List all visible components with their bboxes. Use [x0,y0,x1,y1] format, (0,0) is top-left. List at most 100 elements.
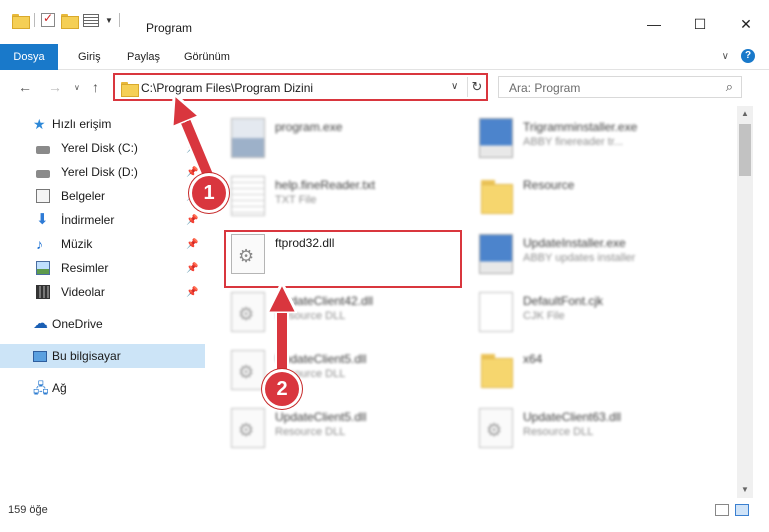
file-item[interactable]: help.fineReader.txt TXT File [231,172,451,224]
sidebar-item-quick-access[interactable]: ★ Hızlı erişim [0,112,205,136]
file-item[interactable]: UpdateClient42.dll Resource DLL [231,288,451,340]
folder-icon [12,13,30,29]
text-file-icon [231,176,265,216]
file-name: UpdateClient5.dll [275,352,367,366]
refresh-icon[interactable]: ↻ [467,77,486,97]
properties-check-icon[interactable] [41,11,55,27]
network-icon: 🖧 [33,380,49,396]
recent-locations-chevron-icon[interactable]: ∨ [74,83,80,92]
installer-file-icon [479,118,513,158]
cloud-icon: ☁ [33,315,48,332]
file-item[interactable]: UpdateClient5.dll Resource DLL [231,346,451,398]
file-type: TXT File [275,194,317,206]
target-file-highlight [224,230,462,288]
tab-file[interactable]: Dosya [0,44,58,70]
sidebar-item-pictures[interactable]: Resimler 📌 [0,256,205,280]
file-name: Resource [523,178,575,192]
folder-item[interactable]: Resource [479,172,699,224]
sidebar-item-label: Hızlı erişim [52,117,112,131]
maximize-button[interactable]: ☐ [677,16,723,33]
dll-file-icon [231,292,265,332]
tab-home[interactable]: Giriş [78,44,101,70]
folder-icon [479,176,513,216]
pin-icon[interactable]: 📌 [186,287,198,298]
star-icon: ★ [33,116,46,132]
tab-share[interactable]: Paylaş [127,44,160,70]
folder-item[interactable]: x64 [479,346,699,398]
file-name: UpdateInstaller.exe [523,236,626,250]
disk-icon [36,146,50,154]
file-type: ABBY updates installer [523,252,636,264]
scroll-thumb[interactable] [739,124,751,176]
large-icons-view-icon[interactable] [735,504,749,516]
sidebar-item-label: Müzik [61,237,93,251]
details-view-icon[interactable] [715,504,729,516]
pin-icon[interactable]: 📌 [186,143,198,154]
pictures-icon [36,261,50,275]
customize-toolbar-dropdown-icon[interactable]: ▼ [105,16,113,25]
window-controls: — ☐ ✕ [631,16,769,33]
expand-ribbon-chevron-icon[interactable]: ∨ [722,51,729,62]
file-list: program.exe Trigramminstaller.exe ABBY f… [205,106,737,498]
sidebar-item-label: Ağ [52,381,67,395]
download-icon: ⬇ [36,211,49,228]
address-path[interactable]: C:\Program Files\Program Dizini [141,81,313,95]
close-button[interactable]: ✕ [723,16,769,33]
window-title: Program [146,21,193,35]
new-folder-icon[interactable] [61,13,79,29]
file-item[interactable]: UpdateClient63.dll Resource DLL [479,404,699,456]
sidebar-item-label: Resimler [61,261,109,275]
separator [34,13,35,27]
sidebar-item-label: OneDrive [52,317,103,331]
sidebar-item-downloads[interactable]: ⬇ İndirmeler 📌 [0,208,205,232]
sidebar-item-this-pc[interactable]: Bu bilgisayar [0,344,205,368]
pin-icon[interactable]: 📌 [186,263,198,274]
up-arrow-icon[interactable]: ↑ [92,79,99,95]
search-icon[interactable]: ⌕ [726,79,733,95]
quick-access-toolbar: ▼ [12,11,120,29]
file-type: Resource DLL [275,310,346,322]
sidebar-item-local-disk-d[interactable]: Yerel Disk (D:) 📌 [0,160,205,184]
view-options-icon[interactable] [83,13,99,27]
tab-view[interactable]: Görünüm [184,44,230,70]
file-item[interactable]: UpdateInstaller.exe ABBY updates install… [479,230,699,282]
file-name: DefaultFont.cjk [523,294,604,308]
folder-icon [479,350,513,390]
file-name: Trigramminstaller.exe [523,120,638,134]
sidebar-item-label: Yerel Disk (C:) [61,141,138,155]
sidebar-item-network[interactable]: 🖧 Ağ [0,376,205,400]
help-icon[interactable]: ? [741,49,755,63]
vertical-scrollbar[interactable]: ▲ ▼ [737,106,753,498]
pin-icon[interactable]: 📌 [186,239,198,250]
scroll-down-icon[interactable]: ▼ [737,482,753,498]
search-input[interactable]: Ara: Program ⌕ [498,76,742,98]
pin-icon[interactable]: 📌 [186,215,198,226]
back-arrow-icon[interactable]: ← [18,79,32,95]
forward-arrow-icon[interactable]: → [48,79,62,95]
sidebar-item-music[interactable]: ♪ Müzik 📌 [0,232,205,256]
file-item[interactable]: UpdateClient5.dll Resource DLL [231,404,451,456]
sidebar-item-label: İndirmeler [61,213,115,227]
music-icon: ♪ [36,236,43,252]
file-item[interactable]: Trigramminstaller.exe ABBY finereader tr… [479,114,699,166]
sidebar-item-local-disk-c[interactable]: Yerel Disk (C:) 📌 [0,136,205,160]
file-name: program.exe [275,120,343,134]
minimize-button[interactable]: — [631,16,677,33]
sidebar-item-label: Bu bilgisayar [52,349,121,363]
sidebar-item-label: Yerel Disk (D:) [61,165,138,179]
file-type: ABBY finereader tr... [523,136,624,148]
sidebar-item-videos[interactable]: Videolar 📌 [0,280,205,304]
sidebar-item-documents[interactable]: Belgeler 📌 [0,184,205,208]
address-dropdown-icon[interactable]: ∨ [451,81,458,92]
videos-icon [36,285,50,299]
file-name: UpdateClient5.dll [275,410,367,424]
file-name: UpdateClient42.dll [275,294,374,308]
sidebar-item-onedrive[interactable]: ☁ OneDrive [0,312,205,336]
address-bar[interactable]: C:\Program Files\Program Dizini ∨ ↻ [113,73,488,101]
pin-icon[interactable]: 📌 [186,167,198,178]
title-bar: ▼ Program — ☐ ✕ [0,0,769,44]
file-item[interactable]: program.exe [231,114,451,166]
file-item[interactable]: DefaultFont.cjk CJK File [479,288,699,340]
scroll-up-icon[interactable]: ▲ [737,106,753,122]
dll-file-icon [231,408,265,448]
